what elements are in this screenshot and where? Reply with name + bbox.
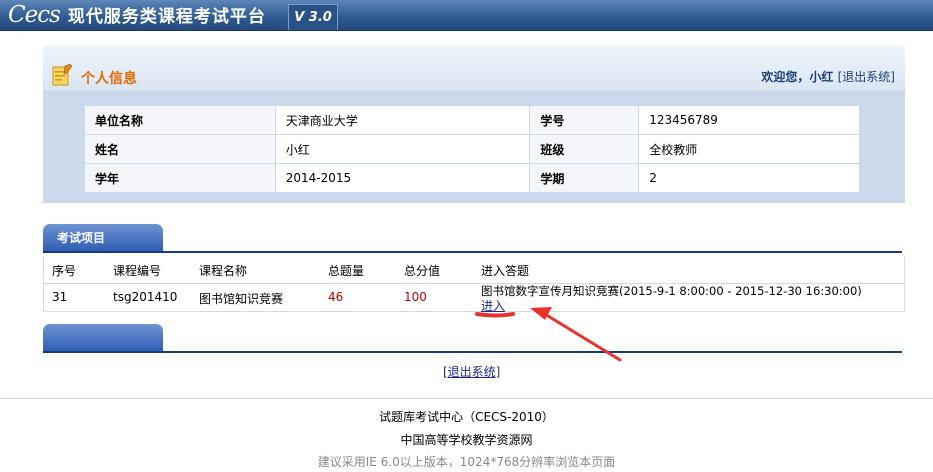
top-bar: Cecs 现代服务类课程考试平台 V 3.0 (0, 0, 933, 31)
app-title: 现代服务类课程考试平台 (67, 7, 266, 27)
footer-line-3: 建议采用IE 6.0以上版本，1024*768分辨率浏览本页面 (317, 455, 616, 469)
personal-info-title: 个人信息 (81, 71, 137, 87)
row-total-questions: 46 (328, 290, 344, 304)
exam-table: 序号 课程编号 课程名称 总题量 总分值 进入答题 31 tsg201410 图… (43, 257, 905, 314)
value-school-year: 2014-2015 (274, 163, 531, 193)
value-class: 全校教师 (638, 134, 860, 164)
info-row-name: 姓名 小红 班级 全校教师 (84, 134, 860, 164)
header-total-score: 总分值 (404, 264, 441, 278)
header-total-questions: 总题量 (328, 264, 365, 278)
tab-second-section[interactable] (43, 324, 163, 352)
exam-table-header: 序号 课程编号 课程名称 总题量 总分值 进入答题 (44, 257, 904, 284)
info-row-year: 学年 2014-2015 学期 2 (84, 163, 860, 193)
value-semester: 2 (638, 163, 860, 193)
personal-info-table: 单位名称 天津商业大学 学号 123456789 姓名 小红 班级 全校教师 学… (84, 105, 860, 193)
welcome-text: 欢迎您，小红 [退出系统] (761, 68, 895, 85)
welcome-user-name: 小红 (809, 70, 834, 84)
label-unit-name: 单位名称 (84, 105, 276, 135)
info-row-unit: 单位名称 天津商业大学 学号 123456789 (84, 105, 860, 135)
footer: 试题库考试中心（CECS-2010） 中国高等学校教学资源网 建议采用IE 6.… (0, 398, 933, 472)
row-exam-title: 图书馆数字宣传月知识竞赛(2015-9-1 8:00:00 - 2015-12-… (481, 284, 862, 298)
label-student-id: 学号 (529, 105, 640, 135)
row-course-name: 图书馆知识竞赛 (199, 292, 284, 306)
app-logo: Cecs 现代服务类课程考试平台 (8, 1, 266, 28)
enter-exam-link[interactable]: 进入 (481, 297, 505, 314)
header-enter-exam: 进入答题 (481, 264, 530, 278)
tab-exam-items[interactable]: 考试项目 (43, 224, 163, 252)
label-class: 班级 (529, 134, 640, 164)
row-no: 31 (52, 290, 68, 304)
label-semester: 学期 (529, 163, 640, 193)
annotation-arrow-shaft (546, 314, 622, 362)
footer-line-2: 中国高等学校教学资源网 (400, 433, 533, 447)
value-student-id: 123456789 (638, 105, 860, 135)
header-course-name: 课程名称 (199, 264, 248, 278)
header-course-code: 课程编号 (113, 264, 162, 278)
label-name: 姓名 (84, 134, 276, 164)
label-school-year: 学年 (84, 163, 276, 193)
annotation-underline (475, 312, 515, 318)
personal-info-header: 个人信息 欢迎您，小红 [退出系统] (43, 46, 905, 90)
row-course-code: tsg201410 (113, 290, 178, 304)
logout-link-bottom[interactable]: [退出系统] (443, 363, 500, 380)
welcome-prefix: 欢迎您， (761, 70, 810, 84)
personal-info-panel: 个人信息 欢迎您，小红 [退出系统] 单位名称 天津商业大学 学号 123456… (43, 46, 905, 203)
section-divider (43, 251, 902, 253)
section-divider (43, 351, 902, 353)
footer-line-1: 试题库考试中心（CECS-2010） (379, 410, 554, 424)
row-total-score: 100 (404, 290, 427, 304)
notepad-pencil-icon (52, 64, 72, 86)
value-name: 小红 (274, 134, 531, 164)
logo-mark: Cecs (8, 1, 61, 28)
version-badge: V 3.0 (288, 4, 338, 30)
header-no: 序号 (52, 264, 77, 278)
logout-link-top[interactable]: [退出系统] (838, 70, 895, 84)
value-unit-name: 天津商业大学 (274, 105, 531, 135)
